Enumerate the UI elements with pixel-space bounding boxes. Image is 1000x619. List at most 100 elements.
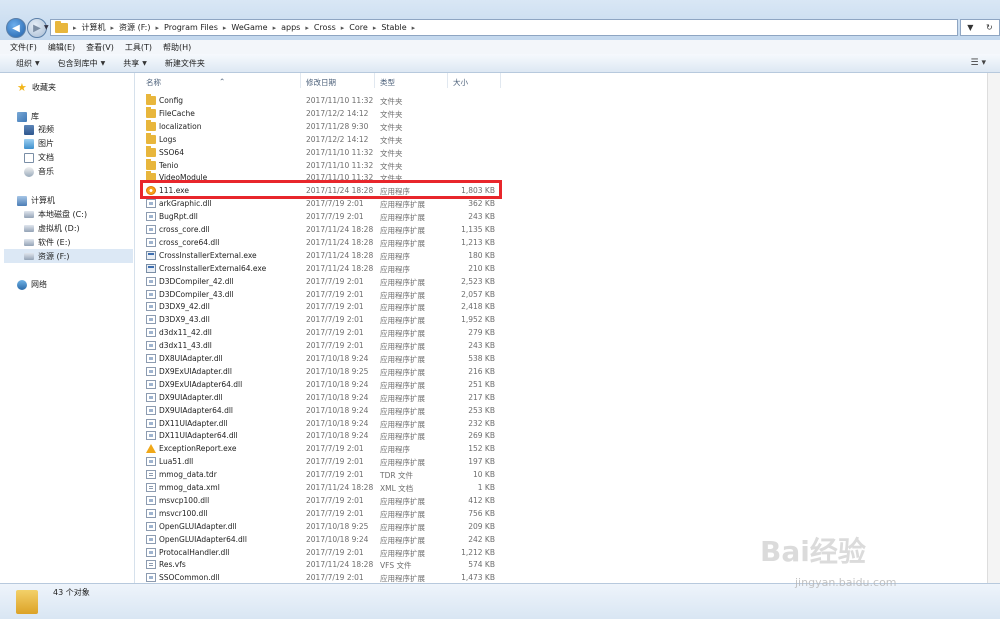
new-folder-button[interactable]: 新建文件夹: [165, 58, 205, 69]
column-name[interactable]: 名称: [146, 77, 161, 88]
column-divider[interactable]: [500, 73, 501, 88]
breadcrumb-item[interactable]: WeGame: [231, 23, 267, 32]
file-row[interactable]: SSO64 2017/11/10 11:32 文件夹: [135, 145, 500, 159]
file-row[interactable]: Config 2017/11/10 11:32 文件夹: [135, 94, 500, 107]
address-field[interactable]: ▸ 计算机 ▸ 资源 (F:) ▸ Program Files ▸ WeGame ▸ apps ▸ C…: [50, 19, 958, 36]
sidebar-item-libraries[interactable]: 库: [17, 111, 39, 122]
file-date: 2017/11/24 18:28: [306, 250, 374, 260]
history-dropdown[interactable]: ▼: [967, 23, 973, 32]
file-row[interactable]: cross_core64.dll 2017/11/24 18:28 应用程序扩展 1,…: [135, 236, 500, 249]
sidebar-item-pictures[interactable]: 图片: [24, 138, 54, 149]
file-row[interactable]: DX9ExUIAdapter.dll 2017/10/18 9:25 应用程序扩展 2…: [135, 365, 500, 378]
menu-item[interactable]: 工具(T): [125, 42, 152, 53]
file-name: ExceptionReport.exe: [159, 444, 237, 454]
file-row[interactable]: cross_core.dll 2017/11/24 18:28 应用程序扩展 1,13…: [135, 223, 500, 236]
menu-item[interactable]: 帮助(H): [163, 42, 191, 53]
menu-item[interactable]: 查看(V): [86, 42, 114, 53]
file-row[interactable]: d3dx11_43.dll 2017/7/19 2:01 应用程序扩展 243 KB: [135, 339, 500, 352]
file-row[interactable]: BugRpt.dll 2017/7/19 2:01 应用程序扩展 243 KB: [135, 210, 500, 223]
breadcrumb-item[interactable]: 计算机: [82, 22, 106, 33]
share-button[interactable]: 共享 ▼: [123, 58, 147, 69]
file-row[interactable]: DX11UIAdapter64.dll 2017/10/18 9:24 应用程序扩展…: [135, 429, 500, 442]
breadcrumb-separator[interactable]: ▸: [412, 24, 416, 32]
file-type: 应用程序扩展: [380, 213, 425, 223]
file-row[interactable]: Res.vfs 2017/11/24 18:28 VFS 文件 574 KB: [135, 558, 500, 571]
breadcrumb-item[interactable]: Core: [349, 23, 368, 32]
file-row[interactable]: OpenGLUIAdapter64.dll 2017/10/18 9:24 应用程序…: [135, 533, 500, 546]
column-divider[interactable]: [374, 73, 375, 88]
file-name: localization: [159, 121, 202, 131]
sidebar-item-drive-c[interactable]: 本地磁盘 (C:): [24, 209, 87, 220]
include-in-library-button[interactable]: 包含到库中 ▼: [58, 58, 106, 69]
file-row[interactable]: localization 2017/11/28 9:30 文件夹: [135, 119, 500, 133]
sidebar-item-music[interactable]: 音乐: [24, 166, 54, 177]
breadcrumb-separator[interactable]: ▸: [156, 24, 160, 32]
file-row[interactable]: SSOCommon.dll 2017/7/19 2:01 应用程序扩展 1,473 K…: [135, 571, 500, 583]
file-date: 2017/10/18 9:24: [306, 431, 369, 441]
sidebar-item-drive-f[interactable]: 资源 (F:): [4, 249, 133, 263]
item-count: 43 个对象: [53, 588, 90, 597]
file-row[interactable]: CrossInstallerExternal64.exe 2017/11/24 1…: [135, 262, 500, 275]
file-row[interactable]: D3DX9_42.dll 2017/7/19 2:01 应用程序扩展 2,418 KB: [135, 300, 500, 313]
breadcrumb-item[interactable]: 资源 (F:): [119, 22, 150, 33]
file-row[interactable]: mmog_data.tdr 2017/7/19 2:01 TDR 文件 10 KB: [135, 468, 500, 481]
breadcrumb-separator[interactable]: ▸: [305, 24, 309, 32]
file-row[interactable]: Lua51.dll 2017/7/19 2:01 应用程序扩展 197 KB: [135, 455, 500, 468]
dll-icon: [146, 341, 156, 351]
file-row[interactable]: msvcr100.dll 2017/7/19 2:01 应用程序扩展 756 KB: [135, 507, 500, 520]
file-row[interactable]: CrossInstallerExternal.exe 2017/11/24 18:…: [135, 249, 500, 262]
sidebar-item-drive-e[interactable]: 软件 (E:): [24, 237, 71, 248]
file-row[interactable]: d3dx11_42.dll 2017/7/19 2:01 应用程序扩展 279 KB: [135, 326, 500, 339]
file-row[interactable]: DX9UIAdapter64.dll 2017/10/18 9:24 应用程序扩展 2…: [135, 404, 500, 417]
column-type[interactable]: 类型: [380, 77, 395, 88]
chevron-down-icon: ▼: [35, 59, 40, 67]
file-name: D3DCompiler_42.dll: [159, 276, 234, 286]
file-row[interactable]: D3DCompiler_42.dll 2017/7/19 2:01 应用程序扩展 2,…: [135, 275, 500, 288]
file-row[interactable]: DX9UIAdapter.dll 2017/10/18 9:24 应用程序扩展 217…: [135, 391, 500, 404]
file-row[interactable]: Tenio 2017/11/10 11:32 文件夹: [135, 158, 500, 172]
file-row[interactable]: arkGraphic.dll 2017/7/19 2:01 应用程序扩展 362 KB: [135, 197, 500, 210]
breadcrumb-item[interactable]: Program Files: [164, 23, 218, 32]
breadcrumb-item[interactable]: apps: [281, 23, 300, 32]
breadcrumb-separator[interactable]: ▸: [373, 24, 377, 32]
sidebar-item-favorites[interactable]: ★ 收藏夹: [17, 82, 56, 93]
file-row[interactable]: D3DCompiler_43.dll 2017/7/19 2:01 应用程序扩展 2,…: [135, 288, 500, 301]
breadcrumb-separator[interactable]: ▸: [273, 24, 277, 32]
sidebar-item-computer[interactable]: 计算机: [17, 195, 55, 206]
breadcrumb-item[interactable]: Stable: [381, 23, 406, 32]
breadcrumb-separator[interactable]: ▸: [73, 24, 77, 32]
breadcrumb-separator[interactable]: ▸: [111, 24, 115, 32]
recent-pages-dropdown[interactable]: ▼: [44, 24, 49, 31]
file-row[interactable]: DX11UIAdapter.dll 2017/10/18 9:24 应用程序扩展 23…: [135, 417, 500, 430]
file-row[interactable]: mmog_data.xml 2017/11/24 18:28 XML 文档 1 KB: [135, 481, 500, 494]
file-row[interactable]: ExceptionReport.exe 2017/7/19 2:01 应用程序 152…: [135, 442, 500, 455]
sidebar-item-documents[interactable]: 文档: [24, 152, 54, 163]
sidebar-item-videos[interactable]: 视频: [24, 124, 54, 135]
sidebar-item-network[interactable]: 网络: [17, 279, 47, 290]
file-row[interactable]: DX9ExUIAdapter64.dll 2017/10/18 9:24 应用程序扩…: [135, 378, 500, 391]
column-divider[interactable]: [447, 73, 448, 88]
file-row[interactable]: FileCache 2017/12/2 14:12 文件夹: [135, 106, 500, 120]
menu-item[interactable]: 编辑(E): [48, 42, 75, 53]
column-size[interactable]: 大小: [453, 77, 468, 88]
menu-item[interactable]: 文件(F): [10, 42, 37, 53]
file-row[interactable]: ProtocalHandler.dll 2017/7/19 2:01 应用程序扩展 1…: [135, 546, 500, 559]
file-name: DX11UIAdapter64.dll: [159, 431, 238, 441]
organize-button[interactable]: 组织 ▼: [16, 58, 40, 69]
dll-icon: [146, 289, 156, 299]
refresh-icon[interactable]: ↻: [986, 23, 993, 32]
breadcrumb-item[interactable]: Cross: [314, 23, 336, 32]
breadcrumb-separator[interactable]: ▸: [341, 24, 345, 32]
sidebar-item-drive-d[interactable]: 虚拟机 (D:): [24, 223, 80, 234]
file-row[interactable]: DX8UIAdapter.dll 2017/10/18 9:24 应用程序扩展 538…: [135, 352, 500, 365]
file-row[interactable]: D3DX9_43.dll 2017/7/19 2:01 应用程序扩展 1,952 KB: [135, 313, 500, 326]
column-divider[interactable]: [300, 73, 301, 88]
back-button[interactable]: ◀: [6, 18, 26, 38]
file-row[interactable]: OpenGLUIAdapter.dll 2017/10/18 9:25 应用程序扩展…: [135, 520, 500, 533]
file-row[interactable]: msvcp100.dll 2017/7/19 2:01 应用程序扩展 412 KB: [135, 494, 500, 507]
file-type: 应用程序扩展: [380, 458, 425, 468]
breadcrumb-separator[interactable]: ▸: [223, 24, 227, 32]
file-row[interactable]: Logs 2017/12/2 14:12 文件夹: [135, 132, 500, 146]
column-date[interactable]: 修改日期: [306, 77, 336, 88]
view-options-icon[interactable]: ☰ ▾: [971, 58, 986, 68]
